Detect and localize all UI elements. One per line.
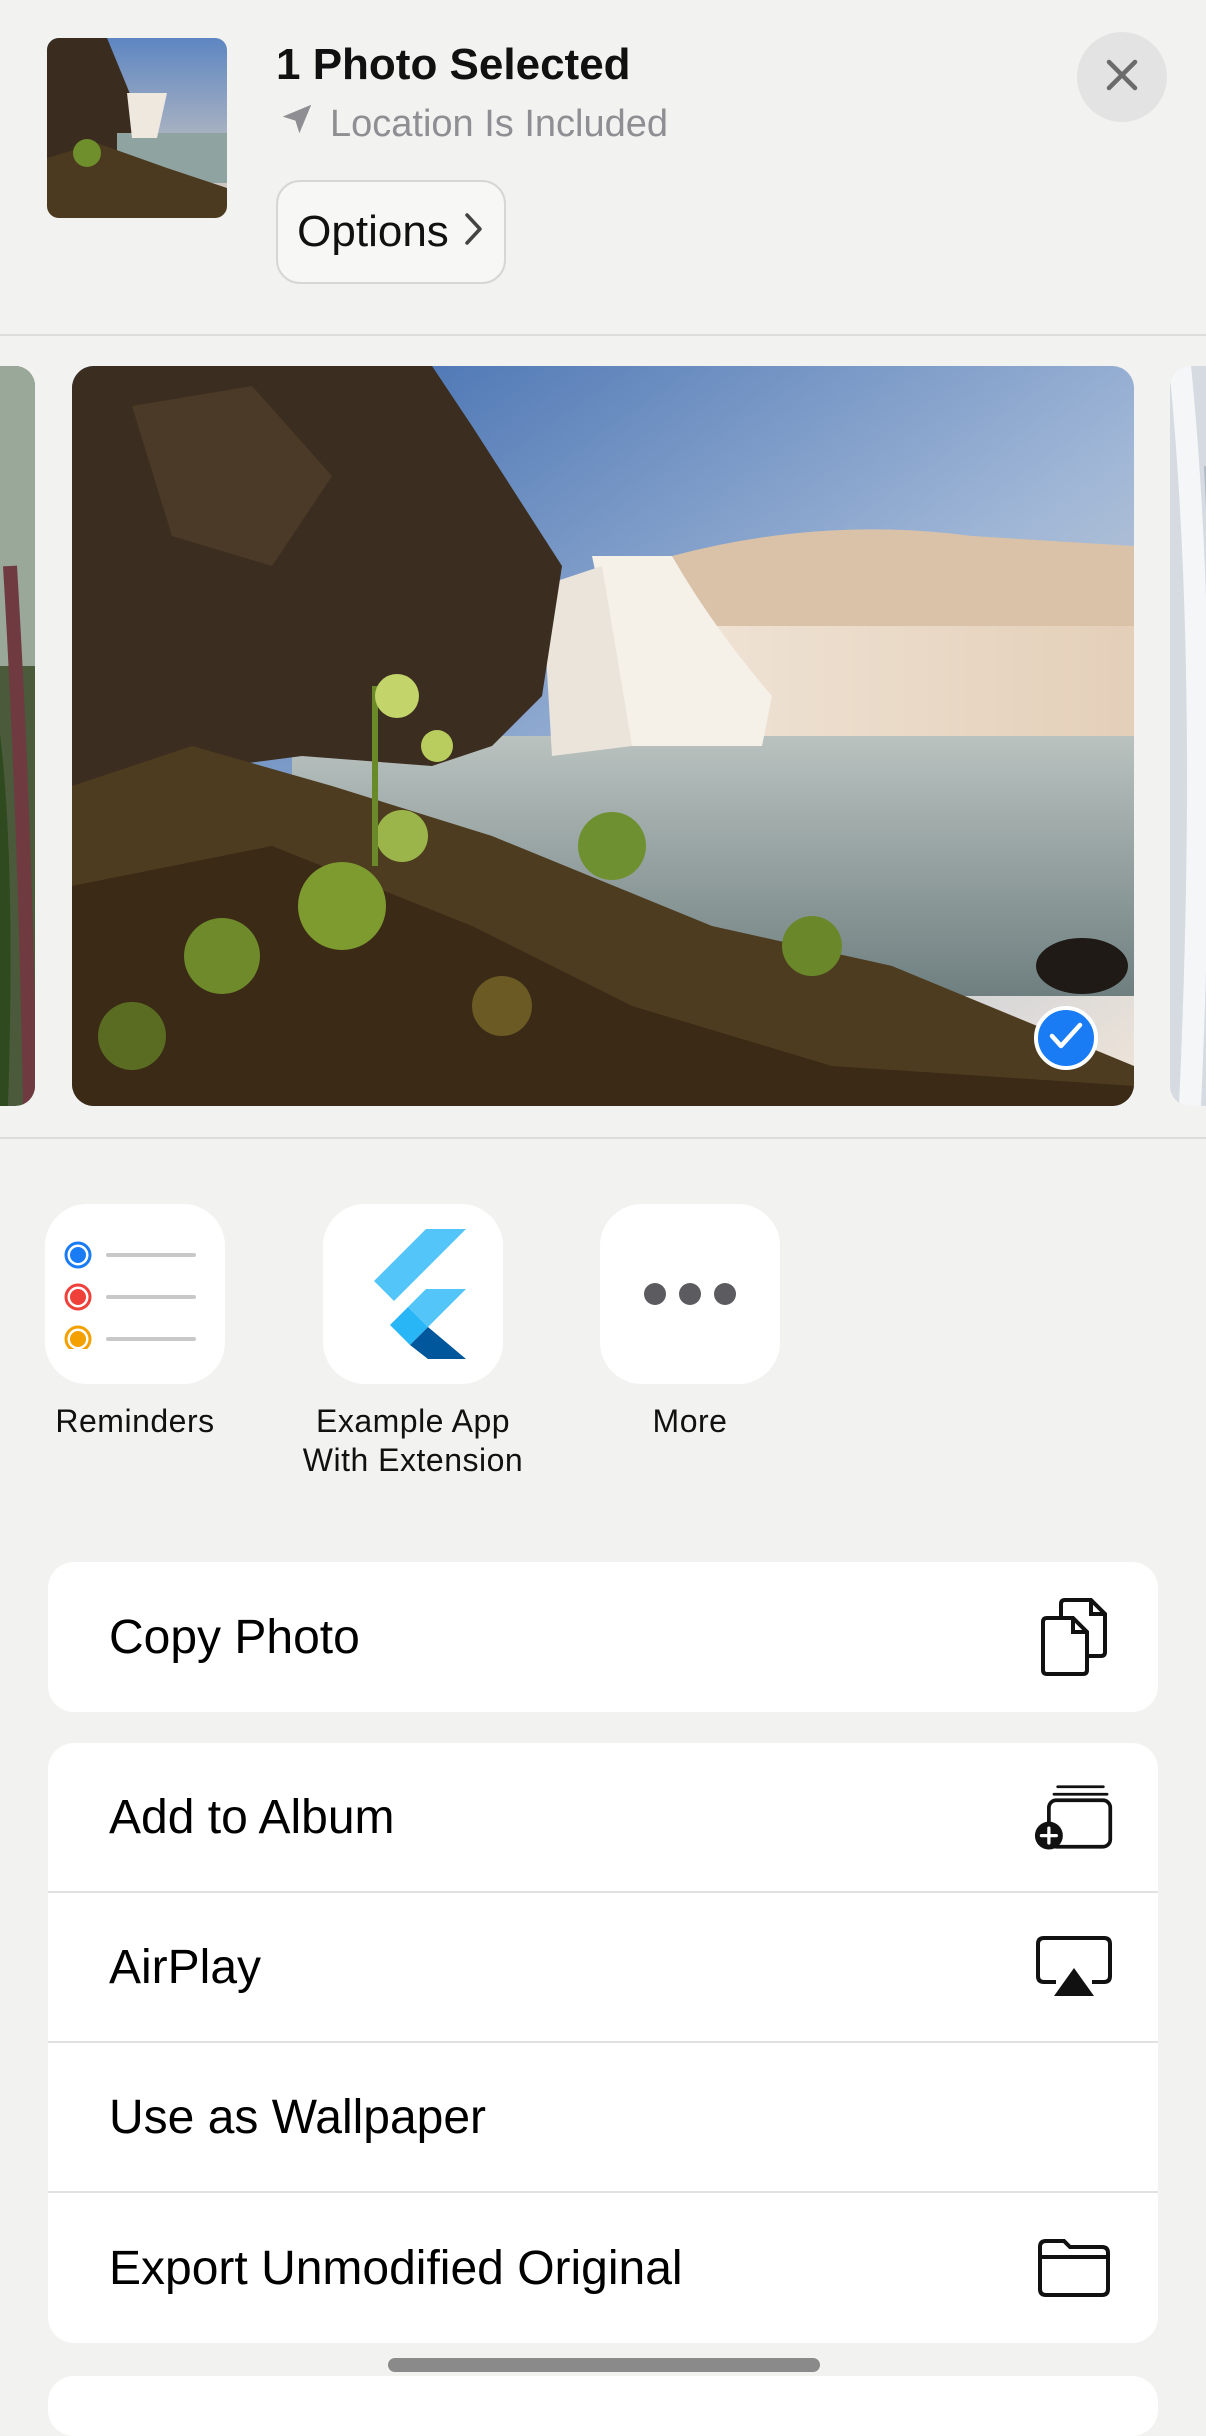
app-reminders[interactable]: Reminders [45,1204,225,1441]
flutter-icon [323,1204,503,1384]
location-arrow-icon [278,100,316,148]
app-label: Example App With Extension [302,1403,524,1478]
folder-icon [1034,2228,1114,2308]
reminders-icon [45,1204,225,1384]
action-export-unmodified-original[interactable]: Export Unmodified Original [48,2193,1158,2343]
page-title: 1 Photo Selected [276,40,631,89]
home-indicator[interactable] [388,2358,820,2372]
chevron-right-icon [463,207,485,257]
more-icon [600,1204,780,1384]
action-add-to-album[interactable]: Add to Album [48,1743,1158,1893]
add-to-album-icon [1034,1777,1114,1857]
app-label: Reminders [55,1403,215,1439]
selected-photo-thumbnail [47,38,227,218]
main-photo[interactable] [72,366,1134,1106]
next-group-peek [48,2376,1158,2436]
photos-divider [0,1137,1206,1139]
action-airplay[interactable]: AirPlay [48,1893,1158,2043]
copy-icon [1034,1597,1114,1677]
app-more[interactable]: More [600,1204,780,1441]
previous-photo[interactable] [0,366,35,1106]
app-example-extension[interactable]: Example App With Extension [303,1204,523,1480]
close-icon [1104,57,1140,98]
action-label: Export Unmodified Original [109,2241,683,2295]
header-divider [0,334,1206,336]
close-button[interactable] [1077,32,1167,122]
action-label: AirPlay [109,1940,262,1994]
action-use-as-wallpaper[interactable]: Use as Wallpaper [48,2043,1158,2193]
next-photo[interactable] [1170,366,1206,1106]
location-label: Location Is Included [330,102,669,145]
action-copy-photo[interactable]: Copy Photo [48,1562,1158,1712]
actions-group-secondary: Add to Album AirPlay Use as Wallpaper Ex… [48,1743,1158,2343]
action-label: Use as Wallpaper [109,2090,487,2144]
checkmark-icon [1048,1021,1084,1056]
options-label: Options [297,207,449,256]
selected-checkmark[interactable] [1034,1006,1098,1070]
app-label: More [652,1403,728,1439]
action-label: Add to Album [109,1790,395,1844]
airplay-icon [1034,1927,1114,2007]
options-button[interactable]: Options [276,180,506,284]
action-label: Copy Photo [109,1610,360,1664]
location-status: Location Is Included [278,100,668,148]
actions-group-primary: Copy Photo [48,1562,1158,1712]
